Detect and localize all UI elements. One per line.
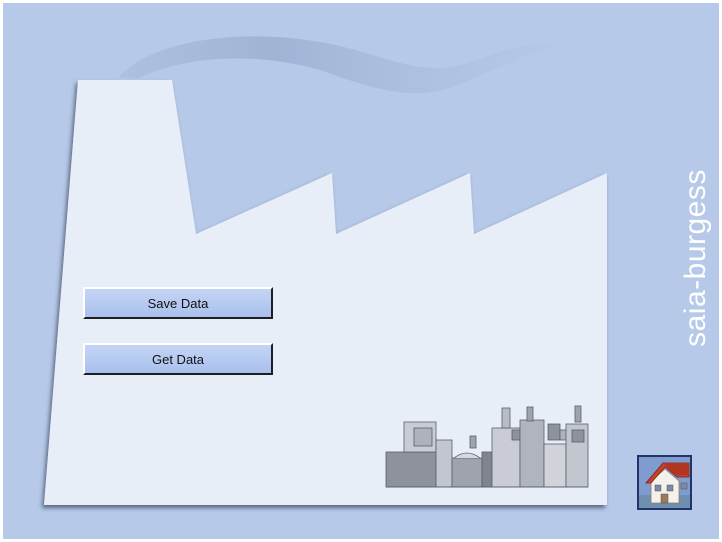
brand-logo: saia-burgess — [679, 169, 712, 347]
house-icon — [639, 457, 690, 508]
home-button[interactable] — [637, 455, 692, 510]
app-screen: Save Data Get Data saia-burgess — [0, 0, 722, 542]
factory-background — [0, 0, 722, 542]
get-data-label: Get Data — [151, 351, 205, 367]
save-data-label: Save Data — [147, 295, 209, 311]
get-data-button[interactable]: Get Data — [83, 343, 273, 375]
save-data-button[interactable]: Save Data — [83, 287, 273, 319]
